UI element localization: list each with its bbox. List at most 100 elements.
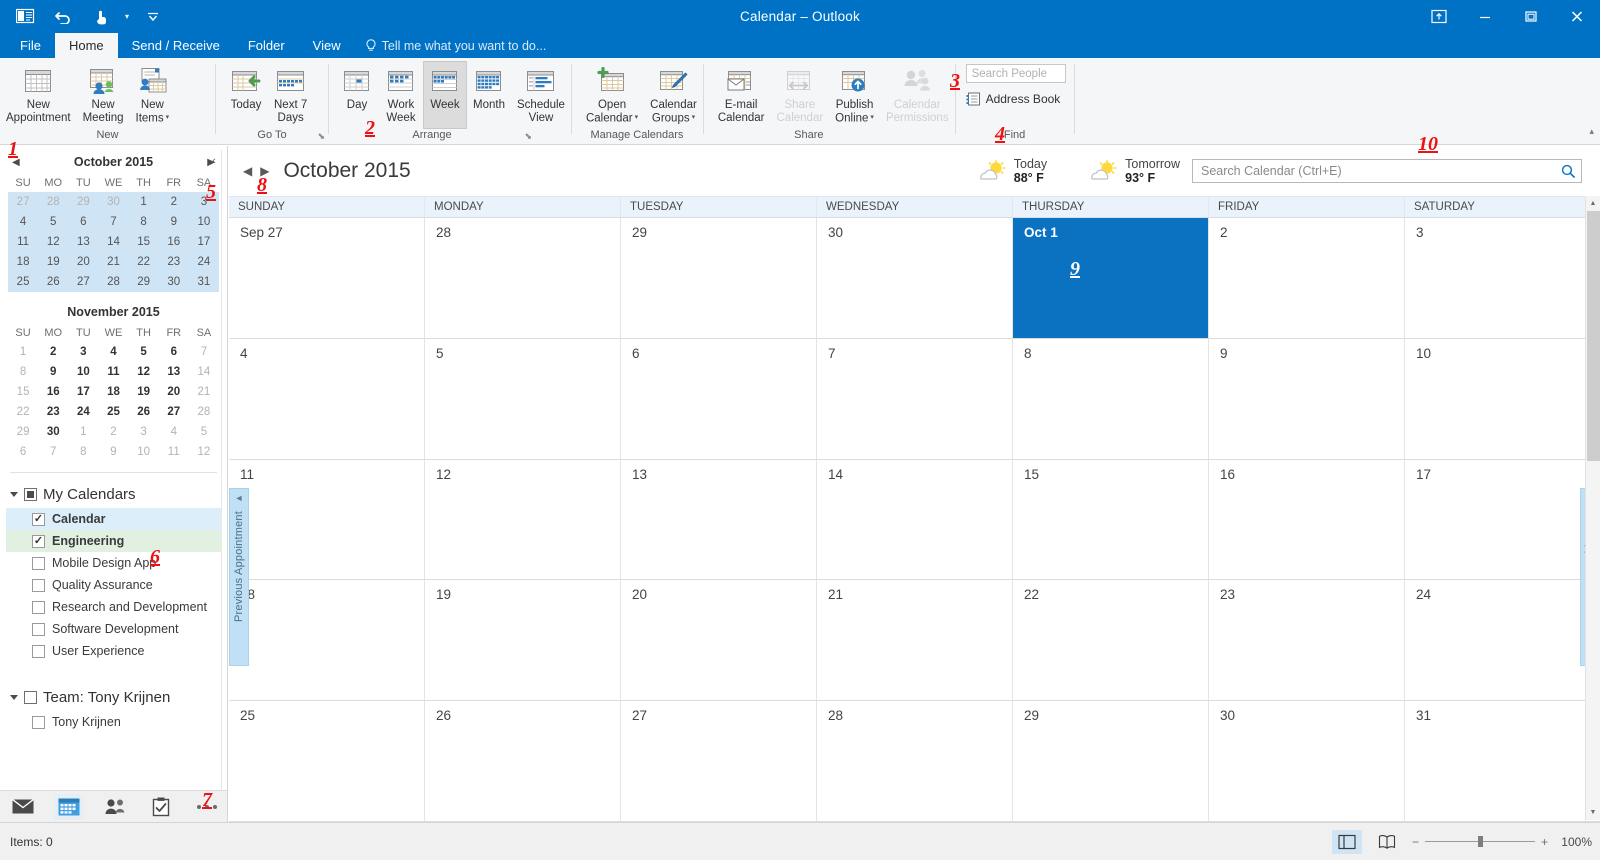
search-people-input[interactable]: Search People xyxy=(965,64,1066,83)
address-book-button[interactable]: Address Book xyxy=(966,92,1066,106)
calendar-checkbox[interactable] xyxy=(32,622,45,636)
close-icon[interactable] xyxy=(1554,0,1600,33)
day-cell[interactable]: 25 xyxy=(229,701,425,821)
open-calendar-button[interactable]: Open Calendar ▾ xyxy=(580,61,644,129)
minical-day[interactable]: 29 xyxy=(68,192,99,212)
tab-file[interactable]: File xyxy=(6,33,55,58)
minical-day[interactable]: 28 xyxy=(98,272,129,292)
search-calendar-box[interactable] xyxy=(1192,159,1582,183)
minical-day[interactable]: 12 xyxy=(189,442,219,462)
calendar-item-mobile-design-app[interactable]: Mobile Design App xyxy=(6,552,221,574)
calendar-item-engineering[interactable]: ✓ Engineering xyxy=(6,530,221,552)
day-cell[interactable]: 16 xyxy=(1209,459,1405,580)
tasks-icon[interactable] xyxy=(146,794,176,820)
minical-day[interactable]: 12 xyxy=(38,232,69,252)
minical-day[interactable]: 7 xyxy=(38,442,68,462)
minical-day[interactable]: 17 xyxy=(188,232,219,252)
minical-day[interactable]: 21 xyxy=(189,382,219,402)
email-calendar-button[interactable]: E-mail Calendar xyxy=(712,61,771,129)
publish-online-button[interactable]: Publish Online ▾ xyxy=(829,61,880,129)
calendar-item-software-development[interactable]: Software Development xyxy=(6,618,221,640)
zoom-slider[interactable]: − + xyxy=(1412,835,1548,849)
day-cell[interactable]: 9 xyxy=(1209,338,1405,459)
more-options-icon[interactable] xyxy=(192,794,222,820)
minical-prev-icon[interactable]: ◀ xyxy=(12,157,20,168)
calendar-groups-dropdown-icon[interactable]: ▾ xyxy=(692,114,696,121)
calendar-group-team[interactable]: Team: Tony Krijnen xyxy=(6,684,221,711)
tab-view[interactable]: View xyxy=(299,33,355,58)
day-cell[interactable]: 24 xyxy=(1405,580,1600,701)
minical-day[interactable]: 12 xyxy=(129,362,159,382)
day-cell[interactable]: 2 xyxy=(1209,218,1405,338)
day-cell[interactable]: 31 xyxy=(1405,701,1600,821)
day-cell[interactable]: 17 xyxy=(1405,459,1600,580)
minical-day[interactable]: 5 xyxy=(38,212,69,232)
next-7-days-button[interactable]: Next 7 Days xyxy=(268,61,313,129)
minical-day[interactable]: 24 xyxy=(68,402,98,422)
minimize-icon[interactable] xyxy=(1462,0,1508,33)
new-items-dropdown-icon[interactable]: ▾ xyxy=(166,114,170,121)
minical-day[interactable]: 3 xyxy=(129,422,159,442)
minical-day[interactable]: 14 xyxy=(189,362,219,382)
calendar-group-my-calendars[interactable]: My Calendars xyxy=(6,481,221,508)
calendar-item-research-and-development[interactable]: Research and Development xyxy=(6,596,221,618)
day-cell[interactable]: 22 xyxy=(1013,580,1209,701)
minical-day[interactable]: 5 xyxy=(129,342,159,362)
minical-day[interactable]: 22 xyxy=(8,402,38,422)
minical-day[interactable]: 11 xyxy=(98,362,128,382)
calendar-checkbox[interactable]: ✓ xyxy=(32,534,45,548)
tab-folder[interactable]: Folder xyxy=(234,33,299,58)
minical-day[interactable]: 15 xyxy=(8,382,38,402)
minical-day[interactable]: 17 xyxy=(68,382,98,402)
minical-day[interactable]: 30 xyxy=(38,422,68,442)
publish-online-dropdown-icon[interactable]: ▾ xyxy=(870,114,874,121)
minical-day[interactable]: 28 xyxy=(189,402,219,422)
minical-day[interactable]: 30 xyxy=(98,192,129,212)
minical-day[interactable]: 10 xyxy=(129,442,159,462)
day-cell[interactable]: 15 xyxy=(1013,459,1209,580)
minical-day[interactable]: 23 xyxy=(38,402,68,422)
minical-day[interactable]: 7 xyxy=(98,212,129,232)
day-cell[interactable]: 4 xyxy=(229,338,425,459)
minical-day[interactable]: 31 xyxy=(188,272,219,292)
minical-day[interactable]: 30 xyxy=(158,272,189,292)
minical-day[interactable]: 2 xyxy=(98,422,128,442)
minical-day[interactable]: 5 xyxy=(189,422,219,442)
previous-appointment-tab[interactable]: ◄ Previous Appointment xyxy=(229,488,249,666)
calendar-groups-button[interactable]: Calendar Groups ▾ xyxy=(644,61,703,129)
minical-day[interactable]: 13 xyxy=(68,232,99,252)
month-view-button[interactable]: Month xyxy=(467,61,511,129)
day-cell[interactable]: 29 xyxy=(1013,701,1209,821)
undo-icon[interactable] xyxy=(44,3,82,30)
minical-day[interactable]: 23 xyxy=(158,252,189,272)
group-checkbox[interactable] xyxy=(24,691,37,704)
tell-me-search[interactable]: Tell me what you want to do... xyxy=(355,33,557,58)
day-cell[interactable]: Sep 27 xyxy=(229,218,425,338)
day-cell[interactable]: 19 xyxy=(425,580,621,701)
customize-qat-icon[interactable] xyxy=(134,3,172,30)
minical-day[interactable]: 21 xyxy=(98,252,129,272)
minical-day[interactable]: 8 xyxy=(8,362,38,382)
reading-view-button[interactable] xyxy=(1372,830,1402,854)
minical-day[interactable]: 9 xyxy=(158,212,189,232)
calendar-checkbox[interactable] xyxy=(32,600,45,614)
day-cell[interactable]: 28 xyxy=(817,701,1013,821)
goto-dialog-launcher-icon[interactable]: ⬊ xyxy=(317,129,325,144)
arrange-dialog-launcher-icon[interactable]: ⬊ xyxy=(524,129,532,144)
calendar-scrollbar[interactable]: ▲ ▼ xyxy=(1585,196,1600,820)
minical-day[interactable]: 26 xyxy=(38,272,69,292)
search-input[interactable] xyxy=(1193,164,1555,178)
collapse-ribbon-icon[interactable]: ▴ xyxy=(1589,126,1594,137)
calendar-item-tony-krijnen[interactable]: Tony Krijnen xyxy=(6,711,221,733)
calendar-checkbox[interactable] xyxy=(32,578,45,592)
minical-day[interactable]: 1 xyxy=(128,192,159,212)
minical-day[interactable]: 1 xyxy=(8,342,38,362)
minical-day[interactable]: 8 xyxy=(68,442,98,462)
sidebar-splitter[interactable] xyxy=(221,150,222,790)
minical-day[interactable]: 4 xyxy=(159,422,189,442)
minical-day[interactable]: 4 xyxy=(8,212,39,232)
minical-day[interactable]: 29 xyxy=(8,422,38,442)
day-cell[interactable]: 23 xyxy=(1209,580,1405,701)
day-cell[interactable]: 28 xyxy=(425,218,621,338)
work-week-button[interactable]: Work Week xyxy=(379,61,423,129)
